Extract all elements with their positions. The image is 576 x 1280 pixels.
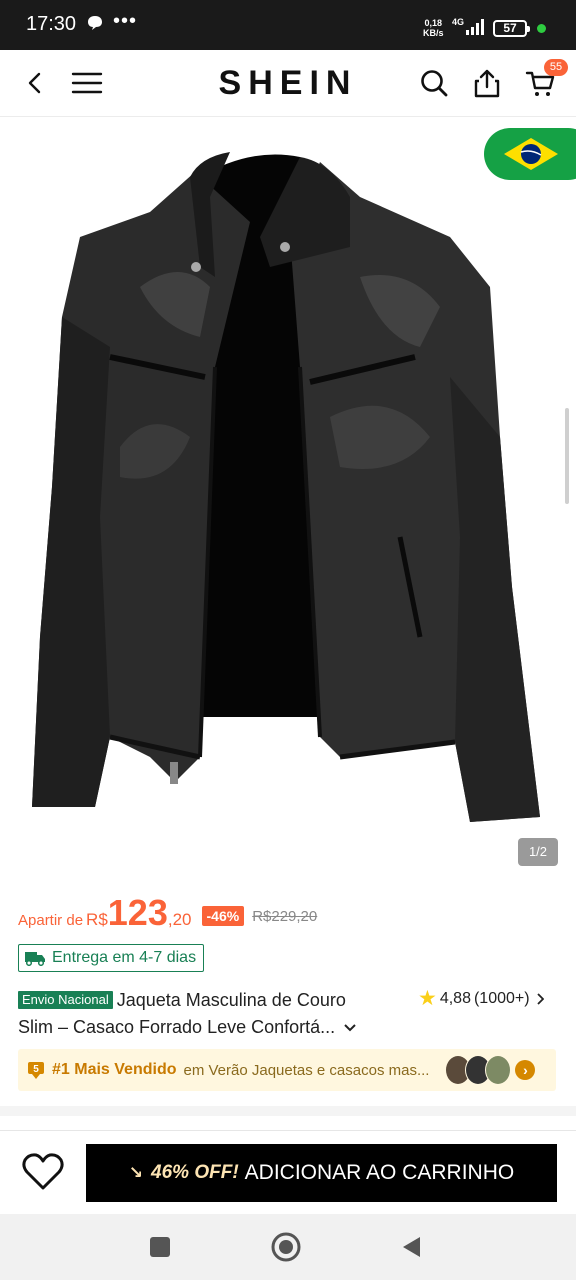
chevron-down-icon bbox=[344, 1023, 356, 1031]
title-line-2: Slim – Casaco Forrado Leve Confortá... bbox=[18, 1017, 336, 1037]
net-speed-value: 0,18 bbox=[424, 18, 443, 28]
truck-icon bbox=[25, 952, 45, 966]
svg-text:5: 5 bbox=[33, 1064, 39, 1075]
medal-icon: 5 bbox=[26, 1060, 46, 1080]
search-icon bbox=[421, 70, 448, 97]
national-shipping-badge: Envio Nacional bbox=[18, 991, 113, 1009]
more-notifications-icon: ••• bbox=[113, 10, 138, 32]
delivery-text: Entrega em 4-7 dias bbox=[52, 949, 197, 966]
network-type: 4G bbox=[452, 17, 465, 27]
price-prefix: Apartir de bbox=[18, 912, 84, 929]
net-speed-unit: KB/s bbox=[423, 28, 444, 38]
star-icon: ★ bbox=[418, 987, 437, 1010]
price-cents: ,20 bbox=[167, 910, 192, 929]
wishlist-button[interactable] bbox=[18, 1147, 68, 1197]
review-count: (1000+) bbox=[473, 989, 530, 1007]
price-row: Apartir de R$ 123 ,20 -46% R$229,20 bbox=[18, 893, 317, 937]
rating[interactable]: ★ 4,88 (1000+) bbox=[418, 986, 544, 1011]
promo-label: 46% OFF! bbox=[151, 1162, 239, 1183]
status-time: 17:30 bbox=[26, 13, 77, 35]
old-price: R$229,20 bbox=[252, 908, 318, 925]
price-main: 123 bbox=[107, 892, 168, 933]
scroll-indicator bbox=[565, 408, 569, 504]
heart-icon bbox=[22, 1153, 64, 1190]
net-speed: 0,18 KB/s bbox=[423, 18, 444, 38]
bestseller-thumbnails bbox=[445, 1055, 512, 1085]
product-image[interactable] bbox=[0, 117, 576, 883]
bestseller-banner[interactable]: 5 #1 Mais Vendido em Verão Jaquetas e ca… bbox=[18, 1049, 556, 1091]
brazil-flag-badge[interactable] bbox=[484, 128, 576, 180]
delivery-badge[interactable]: Entrega em 4-7 dias bbox=[18, 944, 205, 972]
price-currency: R$ bbox=[86, 910, 108, 929]
search-button[interactable] bbox=[411, 60, 457, 106]
status-bar: 17:30 ••• 0,18 KB/s 4G 57 bbox=[0, 0, 576, 50]
home-button[interactable] bbox=[269, 1230, 303, 1264]
top-nav: SHEIN bbox=[0, 50, 576, 117]
brazil-flag-icon bbox=[504, 138, 558, 170]
cart-count-badge: 55 bbox=[544, 59, 568, 76]
signal-icon bbox=[466, 19, 486, 35]
chevron-right-icon bbox=[536, 992, 544, 1005]
bestseller-rank: #1 Mais Vendido bbox=[52, 1061, 177, 1078]
add-to-cart-button[interactable]: ↘ 46% OFF! ADICIONAR AO CARRINHO bbox=[86, 1144, 557, 1202]
rating-value: 4,88 bbox=[439, 989, 471, 1007]
share-button[interactable] bbox=[464, 60, 510, 106]
battery-icon: 57 bbox=[493, 20, 530, 37]
recents-button[interactable] bbox=[143, 1230, 177, 1264]
thumbnail-3 bbox=[485, 1055, 512, 1085]
square-icon bbox=[150, 1237, 170, 1257]
section-divider bbox=[0, 1106, 576, 1116]
product-title[interactable]: Envio Nacional Jaqueta Masculina de Couro… bbox=[18, 987, 418, 1041]
bestseller-category: em Verão Jaquetas e casacos mas... bbox=[183, 1061, 430, 1079]
image-counter: 1/2 bbox=[518, 838, 558, 866]
chat-notification-icon bbox=[86, 14, 104, 37]
bottom-action-bar: ↘ 46% OFF! ADICIONAR AO CARRINHO bbox=[0, 1130, 576, 1214]
back-nav-button[interactable] bbox=[394, 1230, 428, 1264]
trend-down-icon: ↘ bbox=[128, 1163, 144, 1182]
system-nav-bar bbox=[0, 1214, 576, 1280]
privacy-dot-icon bbox=[537, 24, 546, 33]
discount-badge: -46% bbox=[201, 906, 245, 926]
add-to-cart-label: ADICIONAR AO CARRINHO bbox=[244, 1161, 515, 1184]
triangle-back-icon bbox=[403, 1237, 420, 1257]
share-icon bbox=[474, 69, 500, 98]
title-line-1: Jaqueta Masculina de Couro bbox=[116, 990, 346, 1010]
circle-icon bbox=[271, 1232, 301, 1262]
bestseller-arrow-icon: › bbox=[515, 1060, 536, 1080]
